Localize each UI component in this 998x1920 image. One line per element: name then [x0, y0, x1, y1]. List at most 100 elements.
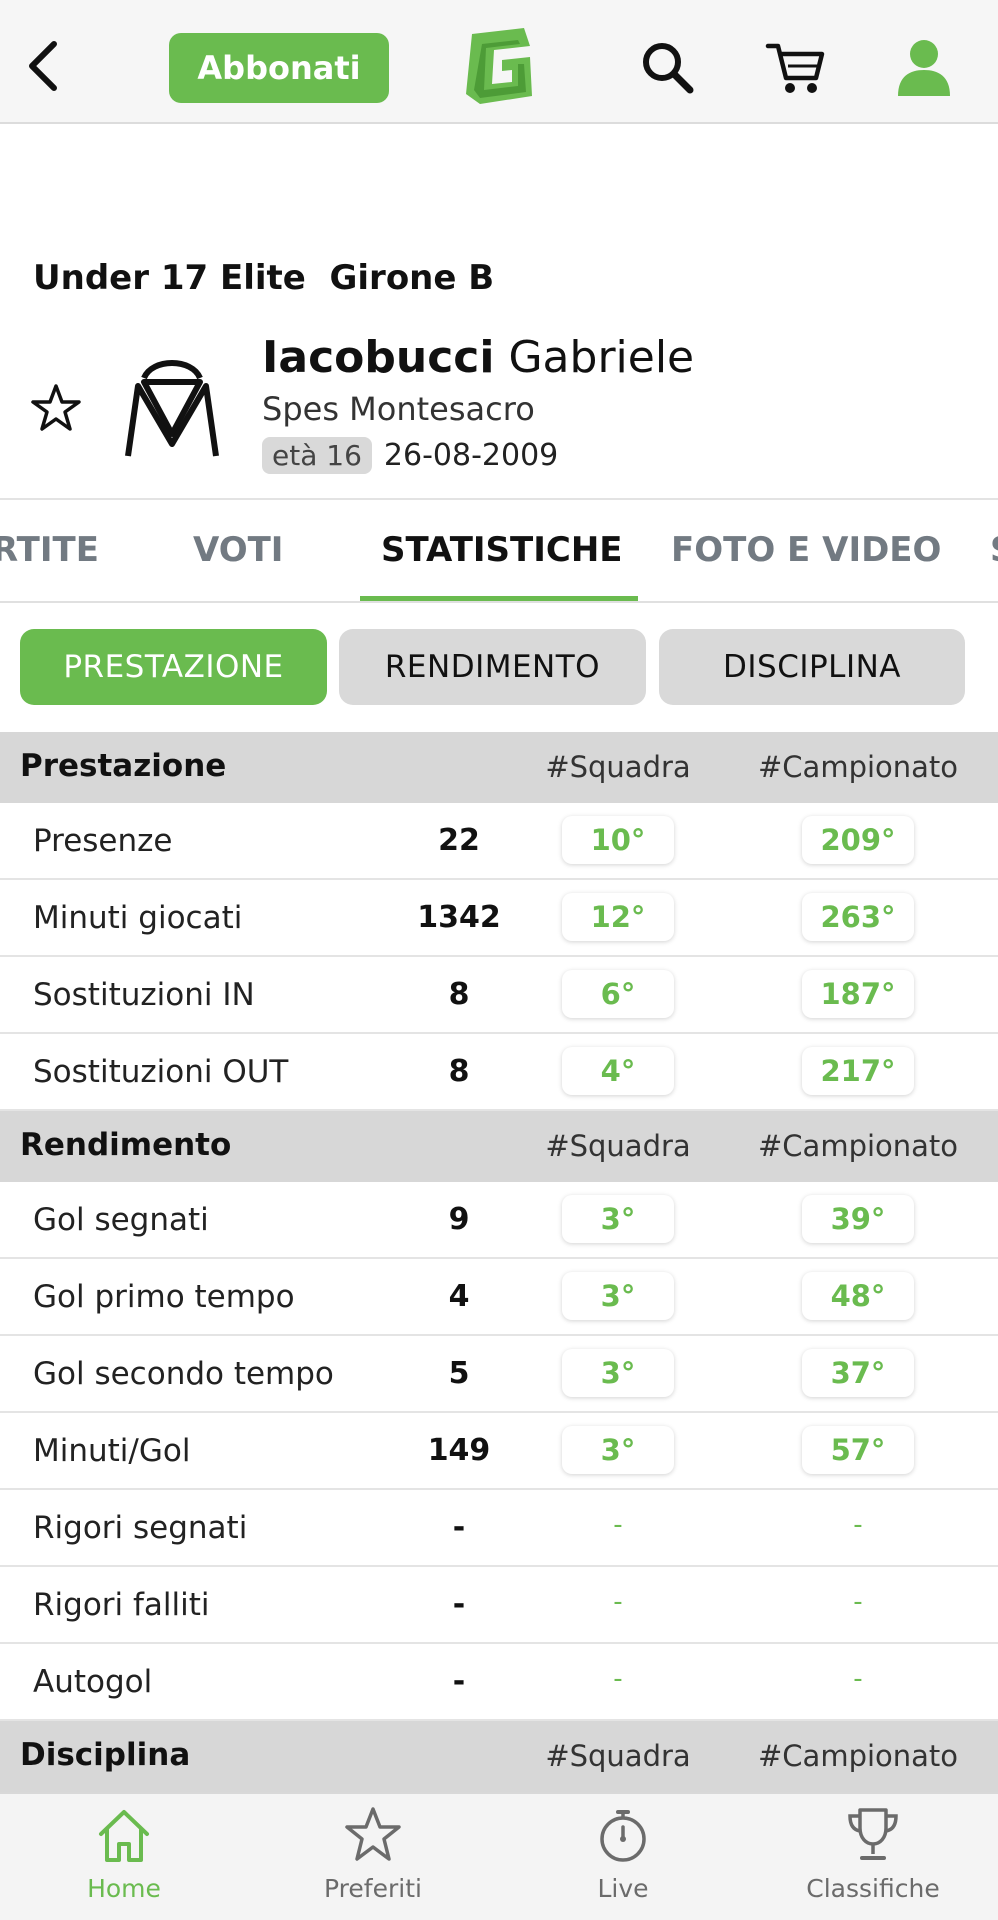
nav-home[interactable]: Home — [24, 1804, 224, 1903]
league-rank: 217° — [802, 1047, 914, 1095]
table-row: Rigori falliti - - - — [0, 1567, 998, 1644]
table-row: Minuti giocati 1342 12° 263° — [0, 880, 998, 957]
star-icon — [345, 1807, 401, 1861]
column-header-squadra: #Squadra — [545, 1739, 691, 1773]
stat-label: Gol secondo tempo — [33, 1356, 334, 1392]
tab-partite[interactable]: RTITE — [0, 530, 99, 570]
league-rank: 57° — [802, 1426, 914, 1474]
section-title: Prestazione — [20, 748, 227, 784]
league-rank: - — [853, 1510, 863, 1540]
segment-rendimento[interactable]: RENDIMENTO — [339, 629, 646, 705]
stat-value: 5 — [448, 1356, 470, 1391]
star-icon — [31, 384, 81, 431]
stat-value: 149 — [427, 1433, 491, 1468]
player-name: Iacobucci Gabriele — [262, 332, 694, 383]
segment-prestazione[interactable]: PRESTAZIONE — [20, 629, 327, 705]
stat-value: 22 — [438, 823, 480, 858]
active-tab-indicator — [360, 596, 638, 601]
stat-label: Gol primo tempo — [33, 1279, 295, 1315]
stat-label: Gol segnati — [33, 1202, 209, 1238]
stat-value: - — [452, 1587, 466, 1622]
league-rank: - — [853, 1587, 863, 1617]
stat-label: Sostituzioni IN — [33, 977, 255, 1013]
stat-label: Autogol — [33, 1664, 153, 1700]
table-row: Gol primo tempo 4 3° 48° — [0, 1259, 998, 1336]
bottom-nav: Home Preferiti Live Classifiche — [0, 1792, 998, 1920]
stat-value: 4 — [448, 1279, 470, 1314]
stat-value: 8 — [448, 1054, 470, 1089]
player-last-name: Iacobucci — [262, 332, 495, 383]
back-button[interactable] — [14, 36, 74, 96]
stat-label: Presenze — [33, 823, 173, 859]
section-title: Rendimento — [20, 1127, 232, 1163]
nav-live[interactable]: Live — [523, 1804, 723, 1903]
team-rank: 12° — [562, 893, 674, 941]
home-icon — [99, 1810, 149, 1862]
tab-voti[interactable]: VOTI — [193, 530, 283, 570]
brand-logo-icon[interactable] — [458, 24, 538, 110]
column-header-squadra: #Squadra — [545, 750, 691, 784]
team-rank: - — [613, 1664, 623, 1694]
stopwatch-icon — [600, 1810, 646, 1862]
section-title: Disciplina — [20, 1737, 191, 1773]
tab-next[interactable]: S — [990, 530, 998, 570]
user-icon — [898, 40, 950, 96]
stat-value: - — [452, 1510, 466, 1545]
stat-label: Rigori segnati — [33, 1510, 248, 1546]
league-rank: 209° — [802, 816, 914, 864]
search-icon — [643, 43, 694, 94]
stat-label: Rigori falliti — [33, 1587, 210, 1623]
cart-button[interactable] — [764, 38, 828, 98]
league-title: Under 17 Elite Girone B — [33, 258, 495, 298]
nav-live-label: Live — [597, 1874, 649, 1903]
team-rank: 3° — [562, 1349, 674, 1397]
team-rank: - — [613, 1587, 623, 1617]
top-bar: Abbonati — [0, 0, 998, 124]
player-first-name: Gabriele — [508, 332, 695, 383]
favorite-button[interactable] — [28, 380, 84, 436]
subscribe-button[interactable]: Abbonati — [169, 33, 389, 103]
section-header: Prestazione #Squadra #Campionato — [0, 732, 998, 803]
table-row: Autogol - - - — [0, 1644, 998, 1721]
chevron-left-icon — [29, 41, 57, 91]
player-meta: età 16 26-08-2009 — [262, 437, 558, 474]
column-header-campionato: #Campionato — [758, 750, 959, 784]
stat-label: Sostituzioni OUT — [33, 1054, 289, 1090]
account-button[interactable] — [894, 36, 954, 98]
tab-statistiche[interactable]: STATISTICHE — [381, 530, 623, 570]
team-rank: 4° — [562, 1047, 674, 1095]
tab-bar: RTITE VOTI STATISTICHE FOTO E VIDEO S — [0, 500, 998, 603]
table-row: Gol segnati 9 3° 39° — [0, 1182, 998, 1259]
team-logo-icon — [122, 352, 222, 464]
league-rank: 187° — [802, 970, 914, 1018]
cart-icon — [765, 43, 825, 93]
table-row: Gol secondo tempo 5 3° 37° — [0, 1336, 998, 1413]
stat-value: 8 — [448, 977, 470, 1012]
nav-preferiti-label: Preferiti — [324, 1874, 422, 1903]
table-row: Rigori segnati - - - — [0, 1490, 998, 1567]
stat-value: 1342 — [417, 900, 501, 935]
birthdate: 26-08-2009 — [383, 438, 559, 473]
league-rank: 48° — [802, 1272, 914, 1320]
nav-home-label: Home — [87, 1874, 161, 1903]
age-badge: età 16 — [262, 437, 372, 474]
nav-classifiche-label: Classifiche — [806, 1874, 940, 1903]
stat-label: Minuti giocati — [33, 900, 243, 936]
stat-label: Minuti/Gol — [33, 1433, 191, 1469]
team-rank: 6° — [562, 970, 674, 1018]
column-header-campionato: #Campionato — [758, 1129, 959, 1163]
segment-disciplina[interactable]: DISCIPLINA — [659, 629, 965, 705]
nav-classifiche[interactable]: Classifiche — [773, 1804, 973, 1903]
nav-preferiti[interactable]: Preferiti — [273, 1804, 473, 1903]
table-row: Sostituzioni OUT 8 4° 217° — [0, 1034, 998, 1111]
stat-value: 9 — [448, 1202, 470, 1237]
search-button[interactable] — [638, 38, 698, 98]
league-rank: 39° — [802, 1195, 914, 1243]
tab-foto-e-video[interactable]: FOTO E VIDEO — [671, 530, 941, 570]
team-rank: 10° — [562, 816, 674, 864]
section-header: Disciplina #Squadra #Campionato — [0, 1721, 998, 1792]
section-header: Rendimento #Squadra #Campionato — [0, 1111, 998, 1182]
stat-value: - — [452, 1664, 466, 1699]
league-rank: - — [853, 1664, 863, 1694]
team-name[interactable]: Spes Montesacro — [262, 390, 535, 428]
